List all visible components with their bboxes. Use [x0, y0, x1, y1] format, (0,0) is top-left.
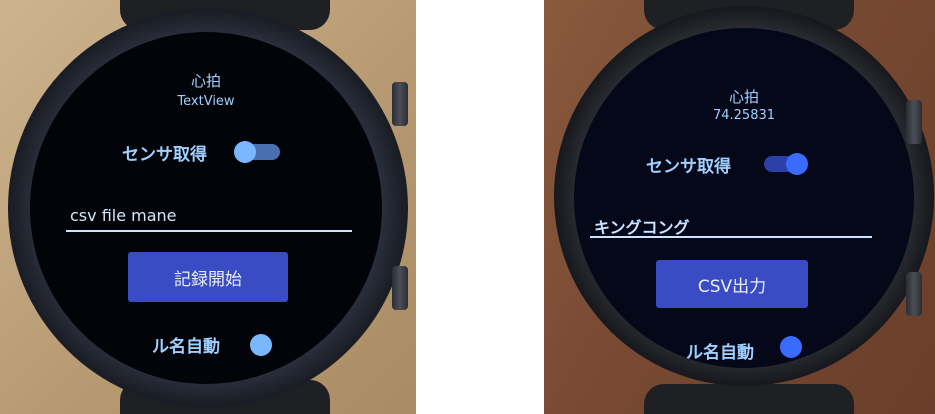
watch-crown-top — [392, 82, 408, 126]
file-name-input[interactable]: csv file mane — [70, 206, 177, 225]
heart-rate-value: 74.25831 — [712, 108, 776, 123]
watch-band-bottom — [644, 384, 854, 414]
filename-auto-switch-thumb[interactable] — [250, 334, 272, 356]
record-start-button[interactable]: 記録開始 — [128, 252, 288, 302]
file-name-input[interactable]: キングコング — [594, 214, 690, 238]
watch-crown-bottom — [906, 272, 922, 316]
left-watch-photo: 心拍 TextView センサ取得 csv file mane 記録開始 ル名自… — [0, 0, 416, 414]
input-underline — [66, 230, 352, 232]
switch-thumb — [786, 153, 808, 175]
filename-auto-label: ル名自動 — [686, 343, 754, 363]
csv-output-button[interactable]: CSV出力 — [656, 260, 808, 308]
switch-thumb — [234, 141, 256, 163]
heart-rate-value: TextView — [177, 94, 235, 109]
right-watch-photo: 心拍 74.25831 センサ取得 キングコング CSV出力 ル名自動 — [544, 0, 935, 414]
watch-crown-bottom — [392, 266, 408, 310]
heart-rate-title: 心拍 — [728, 88, 759, 106]
sensor-toggle-label: センサ取得 — [122, 145, 207, 165]
sensor-toggle-label: センサ取得 — [646, 157, 731, 177]
input-underline — [590, 236, 872, 238]
watch-screen: 心拍 74.25831 センサ取得 キングコング CSV出力 ル名自動 — [574, 28, 914, 368]
watch-screen: 心拍 TextView センサ取得 csv file mane 記録開始 ル名自… — [30, 32, 382, 384]
filename-auto-switch-thumb[interactable] — [780, 336, 802, 358]
filename-auto-label: ル名自動 — [152, 337, 220, 357]
heart-rate-title: 心拍 — [190, 72, 221, 90]
